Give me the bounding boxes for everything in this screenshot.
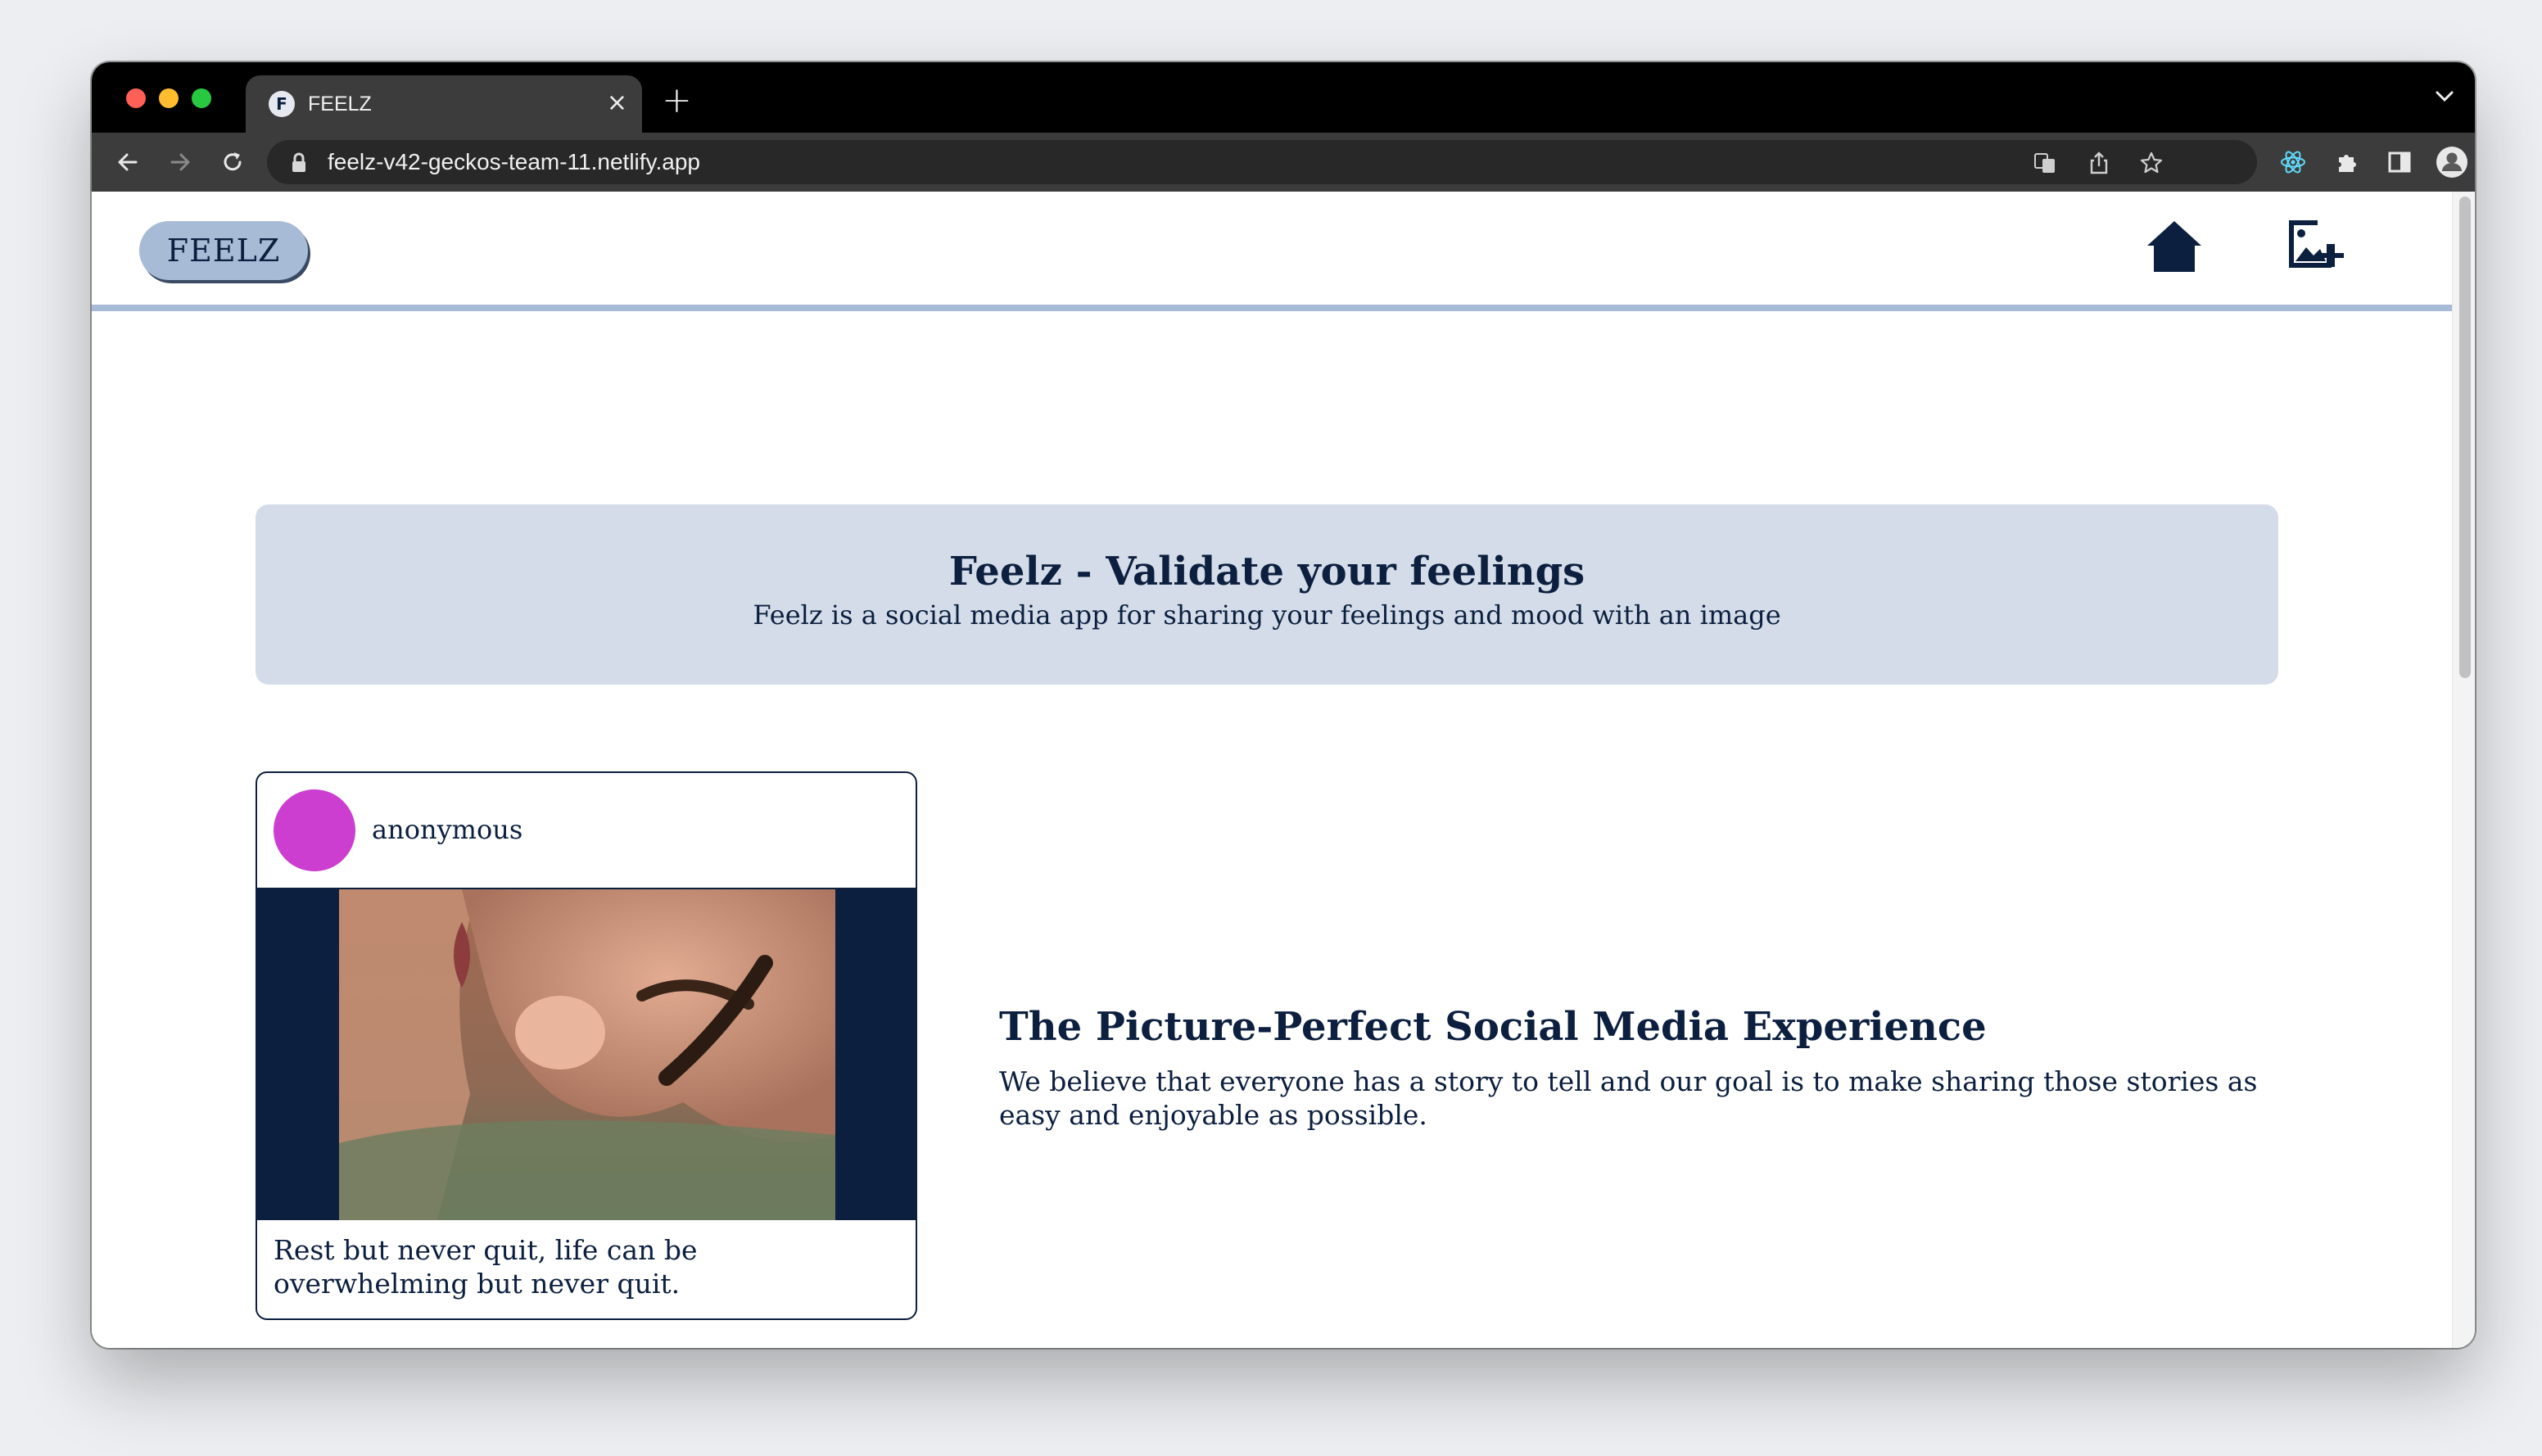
- add-image-icon[interactable]: [2285, 216, 2345, 277]
- profile-avatar-icon[interactable]: [2436, 146, 2468, 179]
- post-header: anonymous: [257, 773, 916, 889]
- site-header: FEELZ: [92, 192, 2452, 311]
- minimize-window-button[interactable]: [159, 88, 179, 108]
- bookmark-star-icon[interactable]: [2139, 151, 2164, 175]
- hero-title: Feelz - Validate your feelings: [948, 549, 1585, 595]
- page-viewport: FEELZ Feelz - Validate your feelings Fee…: [92, 192, 2452, 1348]
- hero-banner: Feelz - Validate your feelings Feelz is …: [256, 504, 2278, 685]
- hero-subtitle: Feelz is a social media app for sharing …: [753, 599, 1781, 631]
- forward-arrow-icon[interactable]: [165, 147, 195, 177]
- post-card[interactable]: anonymous Rest but never quit, life can …: [256, 771, 917, 1320]
- post-photo: [339, 889, 835, 1220]
- post-image-frame: [257, 889, 916, 1220]
- url-text: feelz-v42-geckos-team-11.netlify.app: [328, 149, 700, 174]
- maximize-window-button[interactable]: [192, 88, 211, 108]
- post-username: anonymous: [372, 814, 523, 845]
- address-bar[interactable]: feelz-v42-geckos-team-11.netlify.app: [267, 140, 2257, 184]
- tab-search-chevron-icon[interactable]: [2432, 84, 2457, 108]
- post-caption: Rest but never quit, life can be overwhe…: [274, 1234, 698, 1300]
- tab-title: FEELZ: [308, 93, 372, 115]
- share-icon[interactable]: [2087, 151, 2111, 175]
- feature-body: We believe that everyone has a story to …: [999, 1065, 2258, 1131]
- feature-title: The Picture-Perfect Social Media Experie…: [999, 1004, 1987, 1050]
- scrollbar-thumb[interactable]: [2459, 197, 2471, 678]
- extensions-puzzle-icon[interactable]: [2332, 147, 2362, 177]
- tab-close-icon[interactable]: ×: [607, 88, 627, 118]
- translate-icon[interactable]: [2033, 151, 2057, 175]
- close-window-button[interactable]: [126, 88, 146, 108]
- tab-strip: F FEELZ × +: [92, 62, 2475, 133]
- reload-icon[interactable]: [218, 147, 247, 177]
- react-devtools-icon[interactable]: [2278, 147, 2308, 177]
- favicon-icon: F: [269, 91, 295, 117]
- home-icon[interactable]: [2146, 218, 2203, 275]
- page-scrollbar[interactable]: [2452, 192, 2475, 1348]
- side-panel-icon[interactable]: [2385, 147, 2414, 177]
- browser-toolbar: feelz-v42-geckos-team-11.netlify.app: [92, 133, 2475, 192]
- new-tab-button[interactable]: +: [662, 80, 692, 121]
- logo-button[interactable]: FEELZ: [139, 221, 308, 280]
- browser-window: F FEELZ × + feelz-v42-geckos-team-11.net…: [92, 62, 2475, 1348]
- lock-icon[interactable]: [290, 152, 308, 174]
- tab-feelz[interactable]: F FEELZ ×: [246, 75, 642, 133]
- avatar: [274, 789, 355, 871]
- back-arrow-icon[interactable]: [113, 147, 142, 177]
